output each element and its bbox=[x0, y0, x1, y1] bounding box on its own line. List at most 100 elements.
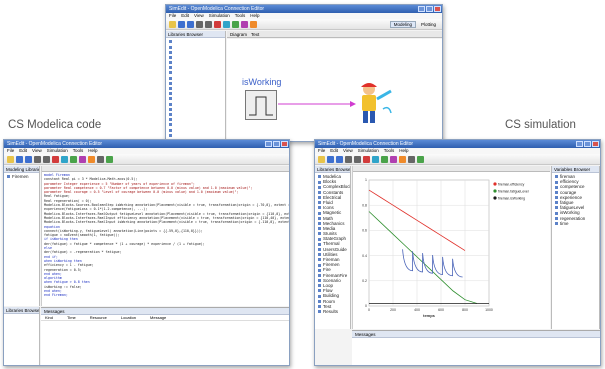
menu-view[interactable]: View bbox=[32, 148, 42, 154]
grid-icon[interactable] bbox=[34, 155, 41, 163]
diagram-canvas[interactable]: isWorking bbox=[227, 39, 442, 141]
tab-text[interactable]: Text bbox=[251, 31, 259, 37]
menu-edit[interactable]: Edit bbox=[330, 148, 338, 154]
messages-panel: Messages bbox=[352, 330, 600, 365]
close-icon[interactable] bbox=[592, 141, 599, 147]
menu-view[interactable]: View bbox=[194, 13, 204, 19]
minimize-icon[interactable] bbox=[418, 6, 425, 12]
library-tree[interactable]: Modelica Blocks ComplexBlocks Constants Elec… bbox=[315, 173, 350, 314]
menu-simulation[interactable]: Simulation bbox=[358, 148, 379, 154]
tab-diagram[interactable]: Diagram bbox=[230, 31, 247, 37]
export-icon[interactable] bbox=[399, 155, 406, 163]
messages-panel: Messages Kind Time Resource Location Mes… bbox=[41, 307, 289, 365]
window-title: SimEdit - OpenModelica Connection Editor bbox=[7, 141, 103, 147]
export-icon[interactable] bbox=[250, 20, 257, 28]
menu-edit[interactable]: Edit bbox=[19, 148, 27, 154]
shape-icon[interactable] bbox=[390, 155, 397, 163]
connect-icon[interactable] bbox=[408, 155, 415, 163]
component-label: isWorking bbox=[242, 77, 282, 87]
simulate-icon[interactable] bbox=[214, 20, 221, 28]
grid-icon[interactable] bbox=[196, 20, 203, 28]
x-tick-label: 0 bbox=[368, 308, 370, 312]
minimize-icon[interactable] bbox=[265, 141, 272, 147]
maximize-icon[interactable] bbox=[426, 6, 433, 12]
open-icon[interactable] bbox=[178, 20, 185, 28]
menu-file[interactable]: File bbox=[7, 148, 14, 154]
var-title: Variables Browser bbox=[552, 166, 599, 173]
export-icon[interactable] bbox=[88, 155, 95, 163]
minimize-icon[interactable] bbox=[576, 141, 583, 147]
top-toolbar: Modeling Plotting bbox=[166, 19, 442, 30]
x-tick-label: 600 bbox=[438, 308, 444, 312]
variable-item[interactable]: time bbox=[552, 221, 599, 226]
check-icon[interactable] bbox=[70, 155, 77, 163]
menu-view[interactable]: View bbox=[343, 148, 353, 154]
menu-help[interactable]: Help bbox=[399, 148, 408, 154]
col-resource: Resource bbox=[89, 315, 107, 320]
modeling-tab[interactable]: Modeling bbox=[389, 20, 416, 28]
maximize-icon[interactable] bbox=[584, 141, 591, 147]
menu-file[interactable]: File bbox=[169, 13, 176, 19]
right-libraries-browser: Libraries Browser Modelica Blocks ComplexB… bbox=[315, 166, 351, 329]
new-icon[interactable] bbox=[7, 155, 14, 163]
tree-item[interactable]: FiremanFire bbox=[315, 273, 350, 278]
save-icon[interactable] bbox=[25, 155, 32, 163]
menu-tools[interactable]: Tools bbox=[73, 148, 84, 154]
save-icon[interactable] bbox=[336, 155, 343, 163]
zoom-icon[interactable] bbox=[354, 155, 361, 163]
code-editor[interactable]: model Fireman constant Real pi = 3 * Mod… bbox=[41, 166, 289, 306]
library-tree[interactable]: Firemen bbox=[4, 173, 39, 179]
plot-icon[interactable] bbox=[372, 155, 379, 163]
zoom-icon[interactable] bbox=[205, 20, 212, 28]
check-icon[interactable] bbox=[232, 20, 239, 28]
plot-area[interactable]: 0 200 400 600 800 1000 1 0.8 0.6 0.4 0.2 0 temps fire… bbox=[352, 166, 550, 329]
close-icon[interactable] bbox=[281, 141, 288, 147]
new-icon[interactable] bbox=[169, 20, 176, 28]
menu-tools[interactable]: Tools bbox=[235, 13, 246, 19]
menu-simulation[interactable]: Simulation bbox=[209, 13, 230, 19]
col-kind: Kind bbox=[45, 315, 54, 320]
legend-marker bbox=[493, 182, 497, 186]
plot-icon[interactable] bbox=[223, 20, 230, 28]
y-tick-label: 0.2 bbox=[362, 279, 367, 283]
library-tree[interactable] bbox=[166, 38, 225, 141]
menu-edit[interactable]: Edit bbox=[181, 13, 189, 19]
x-tick-label: 1000 bbox=[485, 308, 493, 312]
plot-svg[interactable]: 0 200 400 600 800 1000 1 0.8 0.6 0.4 0.2 0 temps fire… bbox=[353, 172, 549, 327]
grid-icon[interactable] bbox=[345, 155, 352, 163]
shape-icon[interactable] bbox=[79, 155, 86, 163]
open-icon[interactable] bbox=[16, 155, 23, 163]
menu-simulation[interactable]: Simulation bbox=[47, 148, 68, 154]
code-text[interactable]: model Fireman constant Real pi = 3 * Mod… bbox=[42, 172, 289, 298]
menu-help[interactable]: Help bbox=[88, 148, 97, 154]
simulate-icon[interactable] bbox=[52, 155, 59, 163]
tree-item[interactable]: Results bbox=[315, 309, 350, 314]
flag-icon[interactable] bbox=[417, 155, 424, 163]
zoom-icon[interactable] bbox=[43, 155, 50, 163]
menu-help[interactable]: Help bbox=[250, 13, 259, 19]
maximize-icon[interactable] bbox=[273, 141, 280, 147]
plotting-tab[interactable]: Plotting bbox=[418, 22, 439, 27]
connect-icon[interactable] bbox=[97, 155, 104, 163]
menu-file[interactable]: File bbox=[318, 148, 325, 154]
check-icon[interactable] bbox=[381, 155, 388, 163]
left-window-titlebar[interactable]: SimEdit - OpenModelica Connection Editor bbox=[4, 140, 289, 148]
boolean-step-block[interactable] bbox=[245, 90, 277, 120]
menu-tools[interactable]: Tools bbox=[384, 148, 395, 154]
simulate-icon[interactable] bbox=[363, 155, 370, 163]
top-window-titlebar[interactable]: SimEdit - OpenModelica Connection Editor bbox=[166, 5, 442, 13]
new-icon[interactable] bbox=[318, 155, 325, 163]
plot-icon[interactable] bbox=[61, 155, 68, 163]
left-libraries-browser: Modeling Libraries Firemen bbox=[4, 166, 40, 306]
y-tick-label: 0.6 bbox=[362, 229, 367, 233]
variables-tree[interactable]: fireman efficiency competence courage experi… bbox=[552, 173, 599, 226]
legend-entry: fireman.efficiency bbox=[498, 182, 525, 186]
tree-item-firemen[interactable]: Firemen bbox=[4, 174, 39, 179]
flag-icon[interactable] bbox=[106, 155, 113, 163]
save-icon[interactable] bbox=[187, 20, 194, 28]
shape-icon[interactable] bbox=[241, 20, 248, 28]
open-icon[interactable] bbox=[327, 155, 334, 163]
right-window-titlebar[interactable]: SimEdit - OpenModelica Connection Editor bbox=[315, 140, 600, 148]
tree-item[interactable]: ComplexBlocks bbox=[315, 184, 350, 189]
close-icon[interactable] bbox=[434, 6, 441, 12]
